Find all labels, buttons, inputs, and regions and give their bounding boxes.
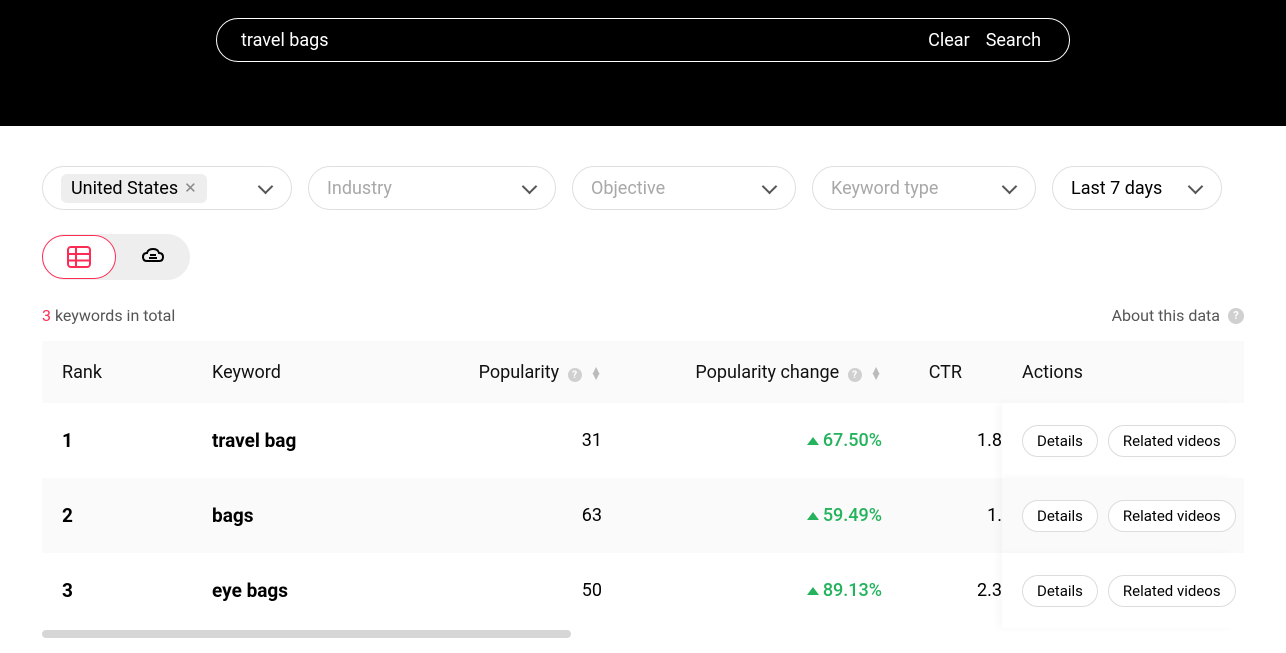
cell-rank: 2 bbox=[42, 504, 192, 527]
view-toggle-row bbox=[0, 210, 1286, 280]
cell-popularity-change: 59.49% bbox=[642, 505, 922, 526]
cell-popularity-change: 89.13% bbox=[642, 580, 922, 601]
cell-ctr: 1. bbox=[922, 505, 1002, 526]
col-keyword: Keyword bbox=[192, 362, 392, 383]
sort-icon[interactable]: ▲▼ bbox=[870, 367, 882, 379]
region-chip[interactable]: United States ✕ bbox=[61, 174, 207, 203]
col-popularity-change[interactable]: Popularity change ? ▲▼ bbox=[642, 362, 922, 383]
table-row: 1 travel bag 31 67.50% 1.8 Details Relat… bbox=[42, 403, 1244, 478]
search-button[interactable]: Search bbox=[978, 30, 1061, 51]
help-icon: ? bbox=[848, 368, 862, 382]
cell-rank: 1 bbox=[42, 429, 192, 452]
results-count-number: 3 bbox=[42, 306, 51, 325]
scrollbar-thumb[interactable] bbox=[42, 630, 571, 638]
search-box[interactable]: Clear Search bbox=[216, 18, 1070, 62]
chevron-down-icon bbox=[523, 181, 537, 195]
chevron-down-icon bbox=[259, 181, 273, 195]
about-data-label: About this data bbox=[1112, 306, 1220, 325]
horizontal-scrollbar[interactable] bbox=[42, 630, 1244, 638]
filters-row: United States ✕ Industry Objective Keywo… bbox=[0, 126, 1286, 210]
cell-popularity: 63 bbox=[392, 505, 642, 526]
details-button[interactable]: Details bbox=[1022, 500, 1098, 532]
region-dropdown[interactable]: United States ✕ bbox=[42, 166, 292, 210]
chevron-down-icon bbox=[763, 181, 777, 195]
related-videos-button[interactable]: Related videos bbox=[1108, 425, 1236, 457]
cell-popularity: 31 bbox=[392, 430, 642, 451]
cell-keyword: travel bag bbox=[192, 429, 392, 452]
meta-row: 3 keywords in total About this data ? bbox=[0, 280, 1286, 341]
col-popularity[interactable]: Popularity ? ▲▼ bbox=[392, 362, 642, 383]
objective-label: Objective bbox=[591, 178, 753, 199]
col-ctr[interactable]: CTR bbox=[922, 362, 1002, 383]
objective-dropdown[interactable]: Objective bbox=[572, 166, 796, 210]
cloud-view-button[interactable] bbox=[116, 235, 190, 279]
cell-actions: Details Related videos bbox=[1002, 478, 1234, 553]
sort-icon[interactable]: ▲▼ bbox=[590, 367, 602, 379]
related-videos-button[interactable]: Related videos bbox=[1108, 500, 1236, 532]
about-data-link[interactable]: About this data ? bbox=[1112, 306, 1244, 325]
cell-ctr: 2.3 bbox=[922, 580, 1002, 601]
up-arrow-icon bbox=[807, 587, 819, 595]
chevron-down-icon bbox=[1189, 181, 1203, 195]
cell-actions: Details Related videos bbox=[1002, 553, 1234, 628]
cell-popularity: 50 bbox=[392, 580, 642, 601]
industry-dropdown[interactable]: Industry bbox=[308, 166, 556, 210]
top-bar: Clear Search bbox=[0, 0, 1286, 126]
table-icon bbox=[67, 246, 91, 268]
table-row: 2 bags 63 59.49% 1. Details Related vide… bbox=[42, 478, 1244, 553]
industry-label: Industry bbox=[327, 178, 513, 199]
cell-keyword: eye bags bbox=[192, 579, 392, 602]
up-arrow-icon bbox=[807, 512, 819, 520]
results-count: 3 keywords in total bbox=[42, 306, 175, 325]
details-button[interactable]: Details bbox=[1022, 425, 1098, 457]
table-view-button[interactable] bbox=[42, 235, 116, 279]
help-icon: ? bbox=[1228, 308, 1244, 324]
cell-ctr: 1.8 bbox=[922, 430, 1002, 451]
region-chip-label: United States bbox=[71, 178, 178, 199]
details-button[interactable]: Details bbox=[1022, 575, 1098, 607]
chevron-down-icon bbox=[1003, 181, 1017, 195]
view-toggle bbox=[42, 234, 190, 280]
search-wrap: Clear Search bbox=[216, 18, 1070, 62]
close-icon[interactable]: ✕ bbox=[184, 179, 197, 197]
results-count-text: keywords in total bbox=[51, 306, 175, 325]
date-label: Last 7 days bbox=[1071, 178, 1179, 199]
up-arrow-icon bbox=[807, 437, 819, 445]
related-videos-button[interactable]: Related videos bbox=[1108, 575, 1236, 607]
keyword-type-label: Keyword type bbox=[831, 178, 993, 199]
search-input[interactable] bbox=[241, 30, 920, 51]
help-icon: ? bbox=[568, 368, 582, 382]
cell-actions: Details Related videos bbox=[1002, 403, 1234, 478]
cell-popularity-change: 67.50% bbox=[642, 430, 922, 451]
keyword-type-dropdown[interactable]: Keyword type bbox=[812, 166, 1036, 210]
data-table: Rank Keyword Popularity ? ▲▼ Popularity … bbox=[42, 341, 1244, 638]
date-dropdown[interactable]: Last 7 days bbox=[1052, 166, 1222, 210]
cell-rank: 3 bbox=[42, 579, 192, 602]
col-rank: Rank bbox=[42, 362, 192, 383]
table-header: Rank Keyword Popularity ? ▲▼ Popularity … bbox=[42, 341, 1244, 403]
clear-button[interactable]: Clear bbox=[920, 30, 978, 51]
table-row: 3 eye bags 50 89.13% 2.3 Details Related… bbox=[42, 553, 1244, 628]
col-actions: Actions bbox=[1002, 362, 1234, 383]
cell-keyword: bags bbox=[192, 504, 392, 527]
wordcloud-icon bbox=[141, 246, 165, 268]
